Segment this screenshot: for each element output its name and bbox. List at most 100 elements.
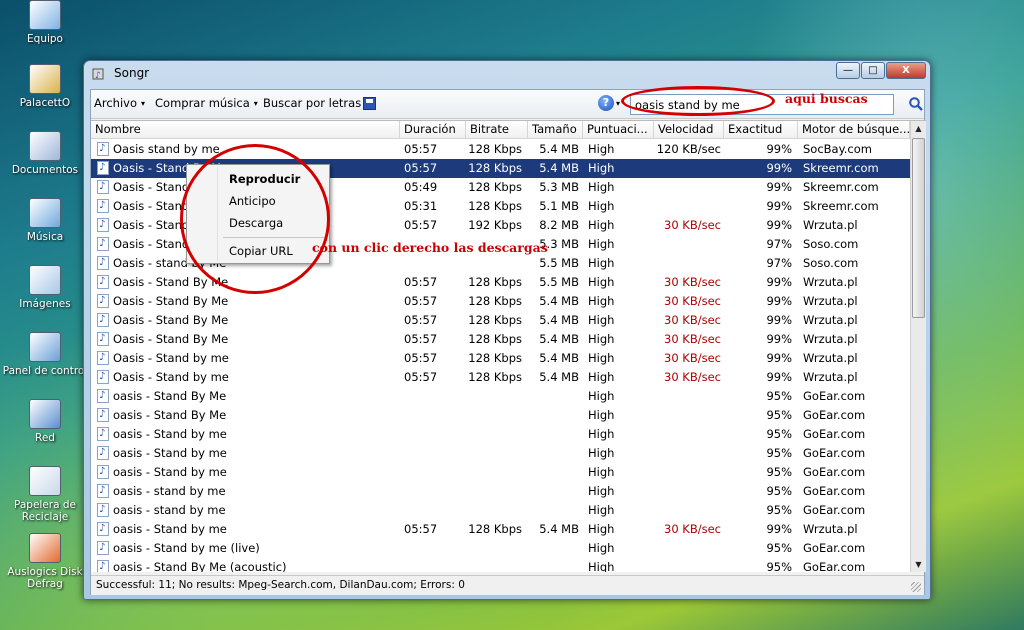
cell-size xyxy=(528,387,579,406)
cell-speed xyxy=(654,539,721,558)
cell-exact: 99% xyxy=(766,332,792,346)
cell-bitrate: 128 Kbps xyxy=(468,275,522,289)
scroll-up-icon[interactable]: ▲ xyxy=(911,121,926,137)
cell-score: High xyxy=(588,351,615,365)
cell-engine: Wrzuta.pl xyxy=(803,275,858,289)
music-file-icon xyxy=(97,386,109,405)
cell-size xyxy=(528,539,579,558)
cell-size: 5.4 MB xyxy=(539,522,579,536)
search-annotation-text: aqui buscas xyxy=(785,91,868,106)
table-row[interactable]: Oasis - Stand by me 05:57 128 Kbps 5.4 MB Hi… xyxy=(91,367,910,387)
scroll-thumb[interactable] xyxy=(912,138,925,318)
cell-score: High xyxy=(588,503,615,517)
column-header[interactable]: Duración xyxy=(400,121,466,139)
table-row[interactable]: oasis - stand by me High 95% GoEar.com xyxy=(91,481,910,501)
vertical-scrollbar[interactable]: ▲ ▼ xyxy=(910,121,926,572)
table-row[interactable]: oasis - Stand by me (live) High 95% GoEar.c… xyxy=(91,538,910,558)
desktop-icon[interactable]: Equipo xyxy=(0,0,90,45)
table-row[interactable]: Oasis - Stand By Me 05:57 128 Kbps 5.4 MB Hi… xyxy=(91,310,910,330)
music-file-icon xyxy=(97,538,109,557)
cell-engine: Wrzuta.pl xyxy=(803,294,858,308)
column-header[interactable]: Motor de búsque... xyxy=(798,121,910,139)
cell-score: High xyxy=(588,465,615,479)
desktop-icon[interactable]: Panel de control xyxy=(0,332,90,377)
cell-bitrate xyxy=(466,387,522,406)
table-row[interactable]: oasis - Stand By Me High 95% GoEar.com xyxy=(91,386,910,406)
cell-engine: GoEar.com xyxy=(803,503,866,517)
menu-buscar-letras[interactable]: Buscar por letras xyxy=(263,96,361,110)
cell-exact: 99% xyxy=(766,161,792,175)
scroll-down-icon[interactable]: ▼ xyxy=(911,557,926,572)
cell-dur xyxy=(404,406,464,425)
column-header[interactable]: Bitrate xyxy=(466,121,528,139)
cell-exact: 95% xyxy=(766,389,792,403)
desktop-icon[interactable]: Documentos xyxy=(0,131,90,176)
cell-bitrate: 128 Kbps xyxy=(468,142,522,156)
table-row[interactable]: oasis - stand by me High 95% GoEar.com xyxy=(91,500,910,520)
cell-bitrate xyxy=(466,558,522,572)
resize-grip-icon[interactable] xyxy=(911,582,921,592)
column-header[interactable]: Puntuaci... xyxy=(583,121,654,139)
cell-speed: 30 KB/sec xyxy=(664,275,721,289)
table-row[interactable]: oasis - Stand by me High 95% GoEar.com xyxy=(91,443,910,463)
music-file-icon xyxy=(97,177,109,196)
cell-engine: Wrzuta.pl xyxy=(803,351,858,365)
desktop-icon[interactable]: Auslogics Disk Defrag xyxy=(0,533,90,590)
cell-size: 5.4 MB xyxy=(539,294,579,308)
column-header[interactable]: Tamaño xyxy=(528,121,583,139)
table-row[interactable]: Oasis - Stand By Me 05:57 128 Kbps 5.4 MB Hi… xyxy=(91,291,910,311)
cell-exact: 97% xyxy=(766,237,792,251)
cell-size xyxy=(528,425,579,444)
desktop-icon-label: Auslogics Disk Defrag xyxy=(7,566,83,590)
table-row[interactable]: Oasis - Stand By Me 05:57 128 Kbps 5.4 MB Hi… xyxy=(91,329,910,349)
cell-dur: 05:31 xyxy=(404,199,438,213)
column-header[interactable]: Velocidad xyxy=(654,121,724,139)
cell-size: 5.4 MB xyxy=(539,332,579,346)
cell-bitrate: 192 Kbps xyxy=(468,218,522,232)
desktop-icon[interactable]: Imágenes xyxy=(0,265,90,310)
menu-comprar-musica[interactable]: Comprar música ▾ xyxy=(155,96,258,110)
cell-bitrate: 128 Kbps xyxy=(468,351,522,365)
table-row[interactable]: Oasis - Stand by me 05:57 128 Kbps 5.4 MB Hi… xyxy=(91,348,910,368)
menu-archivo[interactable]: Archivo ▾ xyxy=(94,96,145,110)
cell-size xyxy=(528,463,579,482)
help-icon[interactable]: ? xyxy=(598,95,614,111)
desktop-icon[interactable]: Red xyxy=(0,399,90,444)
desktop-icon[interactable]: Papelera de Reciclaje xyxy=(0,466,90,523)
minimize-button[interactable]: — xyxy=(836,62,860,79)
table-row[interactable]: oasis - Stand by me High 95% GoEar.com xyxy=(91,462,910,482)
desktop-icon-label: Panel de control xyxy=(2,365,88,377)
cell-size: 5.4 MB xyxy=(539,161,579,175)
title-bar[interactable]: ♪ Songr — □ X xyxy=(84,61,930,87)
column-header[interactable]: Exactitud xyxy=(724,121,798,139)
cell-dur xyxy=(404,425,464,444)
cell-score: High xyxy=(588,218,615,232)
save-icon[interactable] xyxy=(363,97,376,110)
folder-icon xyxy=(29,64,61,94)
cell-engine: GoEar.com xyxy=(803,560,866,572)
table-row[interactable]: oasis - Stand by me High 95% GoEar.com xyxy=(91,424,910,444)
cell-exact: 99% xyxy=(766,351,792,365)
cell-dur: 05:57 xyxy=(404,351,438,365)
close-button[interactable]: X xyxy=(886,62,926,79)
desktop-icon-label: Imágenes xyxy=(19,298,71,310)
cell-engine: GoEar.com xyxy=(803,465,866,479)
cell-dur: 05:57 xyxy=(404,370,438,384)
cell-engine: Wrzuta.pl xyxy=(803,370,858,384)
cell-engine: Soso.com xyxy=(803,256,859,270)
table-row[interactable]: oasis - Stand by me 05:57 128 Kbps 5.4 MB Hi… xyxy=(91,519,910,539)
desktop-icon[interactable]: Música xyxy=(0,198,90,243)
cell-size: 5.3 MB xyxy=(539,180,579,194)
table-row[interactable]: oasis - Stand By Me (acoustic) High 95% GoE… xyxy=(91,557,910,572)
help-dropdown-icon[interactable]: ▾ xyxy=(616,99,620,108)
desktop-icon[interactable]: PalacettO xyxy=(0,64,90,109)
column-header[interactable]: Nombre xyxy=(91,121,400,139)
cell-score: High xyxy=(588,446,615,460)
magnifier-icon[interactable] xyxy=(908,96,924,112)
maximize-button[interactable]: □ xyxy=(861,62,885,79)
cell-exact: 95% xyxy=(766,541,792,555)
chevron-down-icon: ▾ xyxy=(141,99,146,108)
cell-size: 5.4 MB xyxy=(539,313,579,327)
menu-comprar-label: Comprar música xyxy=(155,96,250,110)
table-row[interactable]: oasis - Stand By Me High 95% GoEar.com xyxy=(91,405,910,425)
